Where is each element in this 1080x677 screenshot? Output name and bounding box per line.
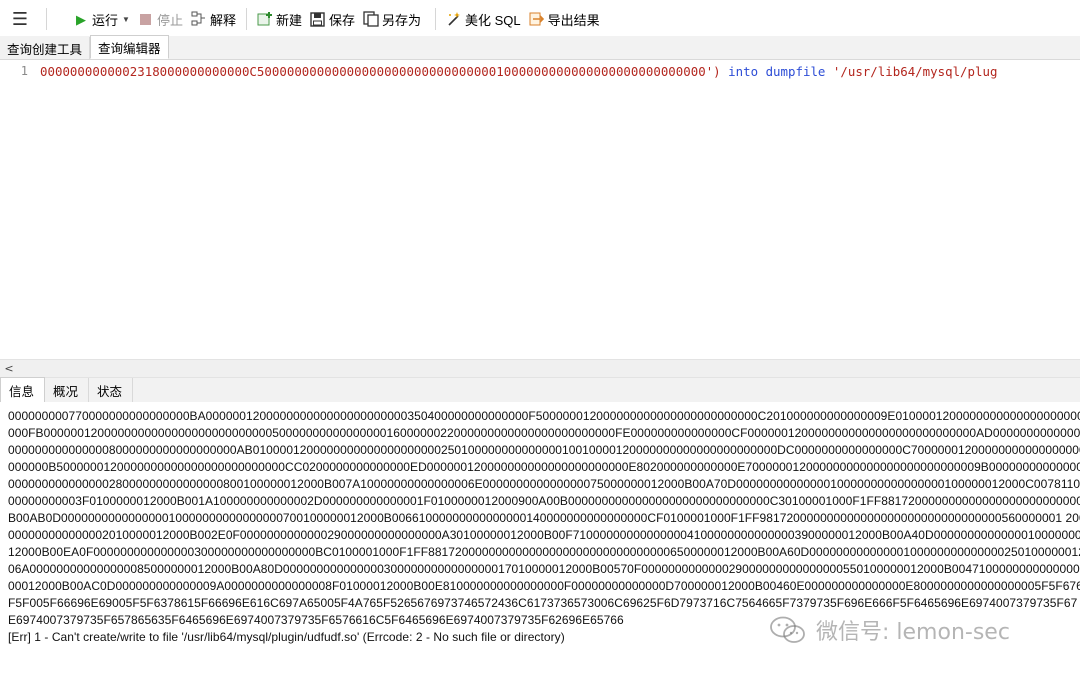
message-line: 00012000B00AC0D000000000000009A000000000…: [8, 579, 1080, 593]
export-results-label: 导出结果: [547, 12, 600, 28]
save-as-icon: [363, 11, 379, 27]
error-message: [Err] 1 - Can't create/write to file '/u…: [8, 630, 565, 644]
line-gutter: 1: [0, 60, 38, 359]
explain-button[interactable]: 解释: [187, 7, 240, 31]
tab-profile[interactable]: 概况: [45, 378, 90, 402]
tab-query-editor[interactable]: 查询编辑器: [90, 35, 169, 59]
code-hex-string: 0000000000002318000000000000C50000000000…: [40, 64, 721, 79]
message-line: 12000B00EA0F0000000000000003000000000000…: [8, 545, 1080, 559]
message-line: E6974007379735F657865635F6465696E6974007…: [8, 613, 624, 627]
save-button[interactable]: 保存: [306, 7, 359, 31]
tab-query-builder[interactable]: 查询创建工具: [0, 37, 91, 59]
export-icon: [529, 11, 545, 27]
new-button[interactable]: 新建: [253, 7, 306, 31]
chevron-left-icon[interactable]: <: [3, 360, 15, 377]
save-label: 保存: [328, 12, 355, 28]
result-tabs: 信息 概况 状态: [0, 377, 1080, 402]
toolbar-divider: [245, 8, 247, 30]
message-panel: 000000000770000000000000000BA00000012000…: [0, 402, 1080, 677]
message-line: 000000000000002010000012000B002E0F000000…: [8, 528, 1080, 542]
beautify-sql-label: 美化 SQL: [465, 12, 521, 28]
message-line: 000FB00000012000000000000000000000000005…: [8, 426, 1080, 440]
new-label: 新建: [275, 12, 302, 28]
stop-label: 停止: [156, 12, 183, 28]
tab-status[interactable]: 状态: [89, 378, 134, 402]
sql-editor[interactable]: 1 0000000000002318000000000000C500000000…: [0, 60, 1080, 359]
stop-icon: [139, 13, 151, 25]
stop-button[interactable]: 停止: [136, 7, 187, 31]
new-query-icon: [257, 11, 273, 27]
magic-wand-icon: [446, 11, 462, 27]
explain-label: 解释: [209, 12, 236, 28]
explain-icon: [191, 11, 207, 27]
code-path-string: '/usr/lib64/mysql/plug: [832, 64, 998, 79]
toolbar-divider: [46, 8, 47, 30]
run-button[interactable]: ▶ 运行 ▼: [69, 7, 134, 31]
toolbar-divider: [435, 8, 437, 30]
menu-icon[interactable]: ☰: [0, 0, 40, 38]
tab-info[interactable]: 信息: [0, 377, 46, 402]
horizontal-scrollbar[interactable]: <: [0, 359, 1080, 378]
code-line: 0000000000002318000000000000C50000000000…: [40, 64, 997, 79]
message-line: F5F005F66696E69005F5F6378615F66696E616C6…: [8, 596, 1078, 610]
beautify-sql-button[interactable]: 美化 SQL: [442, 7, 525, 31]
export-results-button[interactable]: 导出结果: [525, 7, 604, 31]
save-icon: [310, 11, 326, 27]
chevron-down-icon[interactable]: ▼: [122, 15, 130, 24]
message-line: 000000000770000000000000000BA00000012000…: [8, 409, 1080, 423]
query-tabs: 查询创建工具 查询编辑器: [0, 35, 1080, 60]
save-as-button[interactable]: 另存为: [359, 7, 425, 31]
message-line: 00000000003F0100000012000B001A1000000000…: [8, 494, 1080, 508]
run-label: 运行: [92, 12, 119, 28]
save-as-label: 另存为: [382, 12, 422, 28]
message-line: 06A000000000000000085000000012000B00A80D…: [8, 562, 1080, 576]
play-icon: ▶: [76, 11, 86, 27]
code-keyword-into: into: [728, 64, 759, 79]
message-line: 000000B500000012000000000000000000000000…: [8, 460, 1080, 474]
toolbar: ☰ ▶ 运行 ▼ 停止 解释 新建 保存 另存为 美化 SQL 导出结果: [0, 0, 1080, 38]
code-keyword-dumpfile: dumpfile: [765, 64, 826, 79]
message-line: 0000000000000008000000000000000000AB0100…: [8, 443, 1080, 457]
message-line: 0000000000000002800000000000000080010000…: [8, 477, 1080, 491]
message-line: B00AB0D000000000000000010000000000000000…: [8, 511, 1080, 525]
line-number: 1: [20, 64, 28, 78]
